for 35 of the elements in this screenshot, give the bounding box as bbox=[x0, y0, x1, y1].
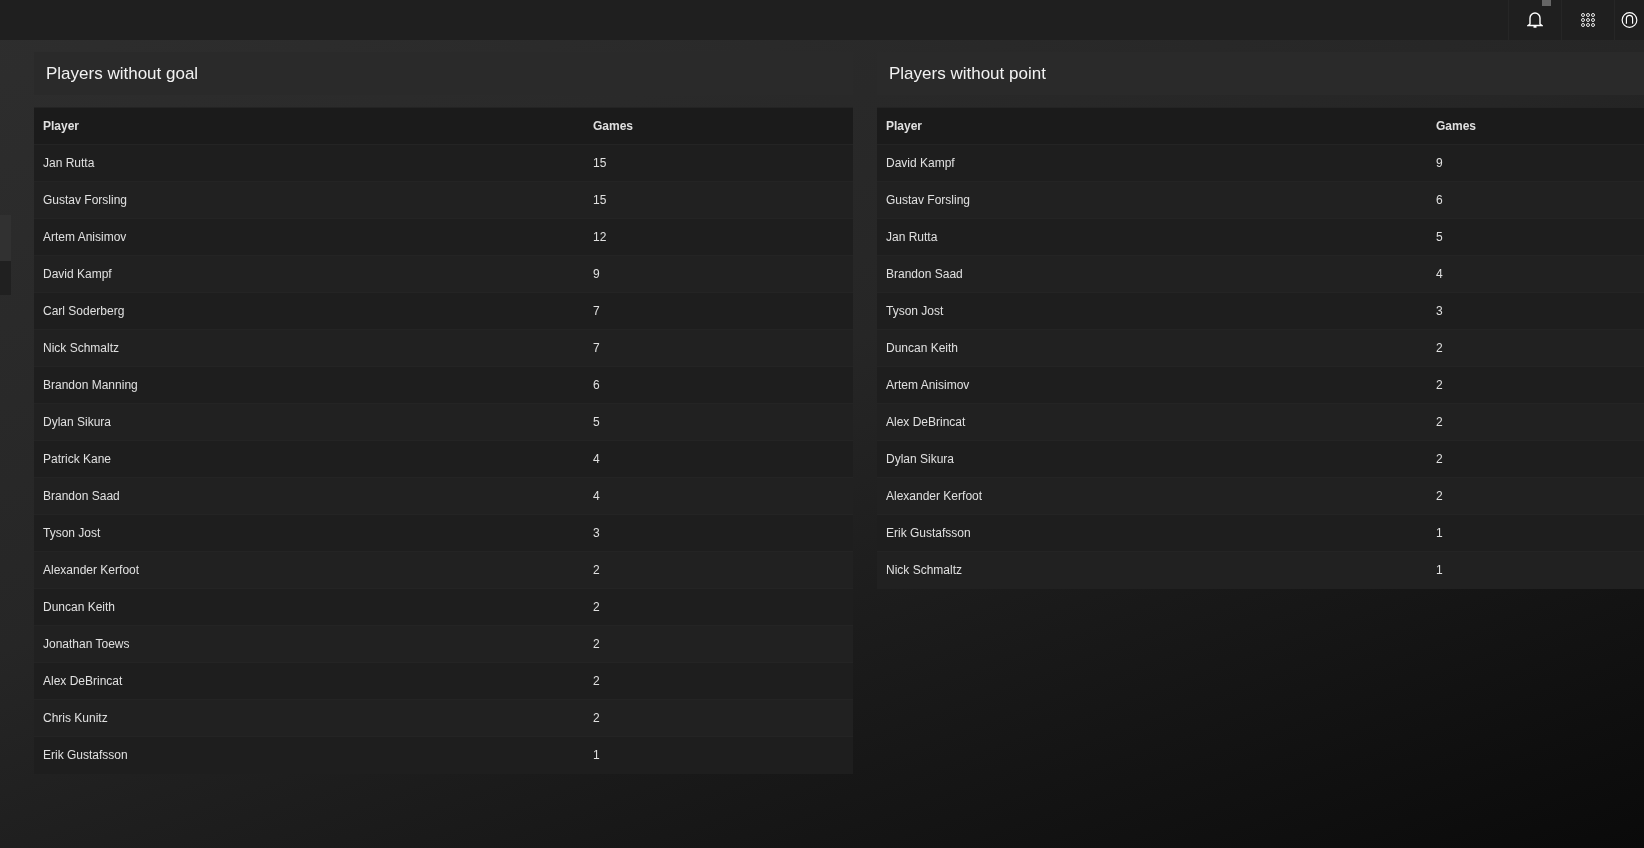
table-cell: 1 bbox=[1427, 551, 1644, 589]
table-cell: 9 bbox=[584, 255, 853, 293]
table-cell: Jonathan Toews bbox=[34, 625, 584, 663]
table-cell: 2 bbox=[584, 551, 853, 589]
column-header: Player bbox=[877, 107, 1427, 145]
table-cell: Duncan Keith bbox=[877, 329, 1427, 367]
column-header: Games bbox=[584, 107, 853, 145]
table-cell: 2 bbox=[1427, 329, 1644, 367]
table-cell: Alexander Kerfoot bbox=[877, 477, 1427, 515]
bell-icon bbox=[1527, 11, 1543, 29]
table-cell: Brandon Saad bbox=[877, 255, 1427, 293]
column-header: Games bbox=[1427, 107, 1644, 145]
grid-icon bbox=[1581, 13, 1595, 27]
table-cell: Nick Schmaltz bbox=[34, 329, 584, 367]
column-header: Player bbox=[34, 107, 584, 145]
table-cell: 6 bbox=[1427, 181, 1644, 219]
table-cell: 2 bbox=[1427, 477, 1644, 515]
table-cell: Gustav Forsling bbox=[34, 181, 584, 219]
table-cell: Erik Gustafsson bbox=[34, 736, 584, 774]
table-cell: Dylan Sikura bbox=[34, 403, 584, 441]
table-cell: 15 bbox=[584, 181, 853, 219]
notification-badge bbox=[1542, 0, 1551, 6]
table-cell: 2 bbox=[584, 625, 853, 663]
table-cell: Alexander Kerfoot bbox=[34, 551, 584, 589]
table-cell: Nick Schmaltz bbox=[877, 551, 1427, 589]
table-cell: 7 bbox=[584, 329, 853, 367]
table-cell: Gustav Forsling bbox=[877, 181, 1427, 219]
table-cell: 4 bbox=[1427, 255, 1644, 293]
table-cell: David Kampf bbox=[34, 255, 584, 293]
table-cell: 2 bbox=[584, 699, 853, 737]
table-cell: Brandon Saad bbox=[34, 477, 584, 515]
table-cell: 1 bbox=[584, 736, 853, 774]
table-cell: 2 bbox=[1427, 403, 1644, 441]
table-cell: 4 bbox=[584, 477, 853, 515]
user-icon bbox=[1621, 9, 1638, 31]
